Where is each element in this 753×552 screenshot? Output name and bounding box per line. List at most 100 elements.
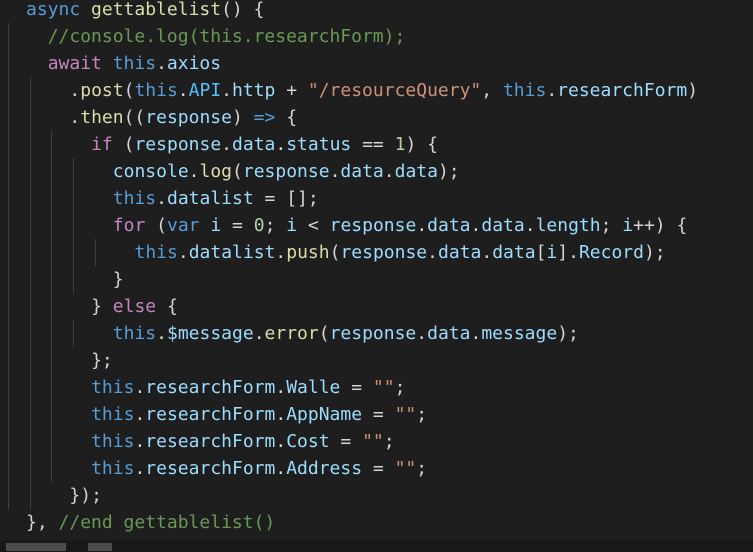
indent-guide	[8, 131, 9, 158]
code-token: (	[112, 134, 135, 155]
code-token: researchForm	[145, 431, 276, 452]
code-token: = [];	[253, 188, 319, 209]
code-token: .	[546, 80, 558, 101]
indent-guide	[8, 482, 9, 509]
code-line[interactable]: this.researchForm.Cost = "";	[0, 428, 753, 455]
indent-guide	[29, 374, 31, 401]
indent-guide	[8, 374, 9, 401]
code-line-text: await this.axios	[48, 50, 221, 77]
indent-guide	[51, 266, 53, 293]
code-token: response	[145, 107, 232, 128]
code-line-text: }, //end gettablelist()	[26, 509, 275, 536]
code-line[interactable]: this.researchForm.AppName = "";	[0, 401, 753, 428]
code-editor[interactable]: async gettablelist() {//console.log(this…	[0, 0, 753, 552]
code-token: .	[221, 134, 233, 155]
code-line[interactable]: this.researchForm.Walle = "";	[0, 374, 753, 401]
code-token: data	[427, 215, 471, 236]
indent-guide	[29, 482, 31, 509]
code-line[interactable]: for (var i = 0; i < response.data.data.l…	[0, 212, 753, 239]
indent-guide	[51, 401, 53, 428]
code-token: ;	[383, 431, 395, 452]
code-token: datalist	[188, 242, 276, 263]
code-token: length	[535, 215, 601, 236]
indent-guide	[51, 212, 53, 239]
code-token: //end gettablelist()	[58, 512, 276, 533]
code-token: ""	[394, 458, 417, 479]
code-token: =	[221, 215, 254, 236]
code-line-text: this.researchForm.Walle = "";	[91, 374, 405, 401]
code-token: await	[47, 53, 102, 74]
code-line[interactable]: }, //end gettablelist()	[0, 509, 753, 536]
code-line[interactable]: console.log(response.data.data);	[0, 158, 753, 185]
code-token: error	[264, 323, 319, 344]
indent-guide	[94, 239, 96, 266]
code-token: .	[524, 215, 536, 236]
code-token: researchForm	[145, 458, 276, 479]
code-token: data	[438, 242, 482, 263]
code-line-text: });	[69, 482, 102, 509]
code-line-text: };	[91, 347, 113, 374]
indent-guide	[51, 293, 53, 320]
code-token: response	[340, 242, 428, 263]
indent-guide	[51, 158, 53, 185]
code-token: researchForm	[145, 404, 276, 425]
indent-guide	[29, 158, 31, 185]
code-area[interactable]: async gettablelist() {//console.log(this…	[0, 0, 753, 536]
code-token: () {	[221, 0, 265, 20]
code-line[interactable]: }	[0, 266, 753, 293]
indent-guide	[8, 320, 9, 347]
indent-guide	[51, 455, 53, 482]
code-line-text: if (response.data.status == 1) {	[91, 131, 438, 158]
indent-guide	[29, 266, 31, 293]
code-token: <	[297, 215, 330, 236]
code-token: this	[112, 323, 157, 344]
code-line[interactable]: this.researchForm.Address = "";	[0, 455, 753, 482]
code-line[interactable]: } else {	[0, 293, 753, 320]
code-line[interactable]: .post(this.API.http + "/resourceQuery", …	[0, 77, 753, 104]
code-token: .	[275, 134, 287, 155]
code-token: data	[394, 161, 438, 182]
code-token: Address	[286, 458, 363, 479]
indent-guide	[8, 455, 9, 482]
code-token: i	[210, 215, 222, 236]
code-token: response	[329, 215, 417, 236]
code-token: then	[80, 107, 124, 128]
code-token: data	[340, 161, 384, 182]
code-line[interactable]: this.datalist = [];	[0, 185, 753, 212]
indent-guide	[29, 131, 31, 158]
code-line[interactable]: });	[0, 482, 753, 509]
code-token: this	[91, 431, 135, 452]
code-line[interactable]: this.$message.error(response.data.messag…	[0, 320, 753, 347]
indent-guide	[8, 23, 9, 50]
indent-guide	[8, 212, 9, 239]
code-token: (	[123, 80, 135, 101]
indent-guide	[8, 77, 9, 104]
code-token: };	[91, 350, 113, 371]
code-token: .	[156, 188, 167, 209]
indent-guide	[8, 428, 9, 455]
indent-guide	[73, 320, 75, 347]
code-line[interactable]: if (response.data.status == 1) {	[0, 131, 753, 158]
code-line[interactable]: };	[0, 347, 753, 374]
indent-guide	[29, 77, 31, 104]
indent-guide	[29, 239, 31, 266]
code-line[interactable]: async gettablelist() {	[0, 0, 753, 23]
indent-guide	[8, 185, 9, 212]
code-line-text: async gettablelist() {	[26, 0, 264, 23]
code-line[interactable]: //console.log(this.researchForm);	[0, 23, 753, 50]
code-token: ) {	[405, 134, 438, 155]
code-line[interactable]: await this.axios	[0, 50, 753, 77]
code-token: .	[329, 161, 341, 182]
code-token: ;	[394, 377, 406, 398]
indent-guide	[73, 239, 75, 266]
code-line-text: this.datalist = [];	[113, 185, 319, 212]
code-line[interactable]: .then((response) => {	[0, 104, 753, 131]
code-token: log	[199, 161, 233, 182]
code-token: .	[177, 80, 189, 101]
code-line[interactable]: this.datalist.push(response.data.data[i]…	[0, 239, 753, 266]
code-token: post	[80, 80, 124, 101]
code-line-text: //console.log(this.researchForm);	[48, 23, 406, 50]
code-token: );	[437, 161, 460, 182]
indent-guide	[73, 212, 75, 239]
